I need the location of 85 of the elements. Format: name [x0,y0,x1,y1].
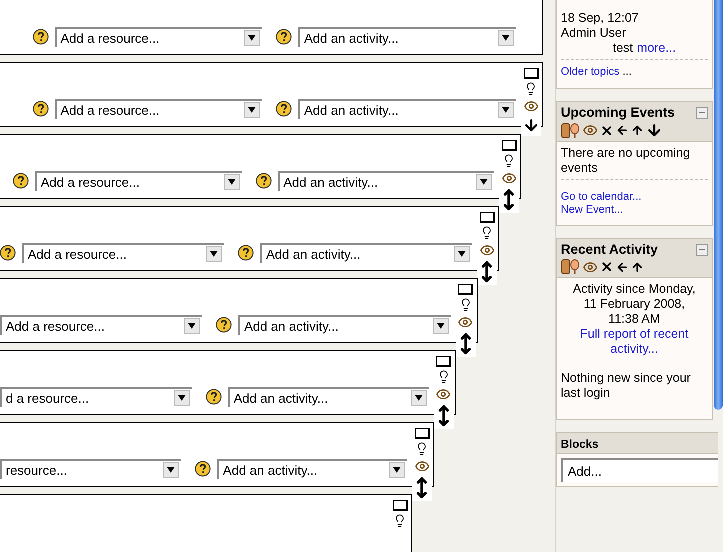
calendar-link[interactable]: Go to calendar... [561,191,708,204]
help-icon[interactable] [13,173,29,189]
activity-since-text: 11 February 2008, [582,297,686,312]
scrollbar[interactable] [714,0,723,410]
add-block-select[interactable]: Add... [561,458,718,482]
lightbulb-icon[interactable] [415,442,429,456]
caret-icon [502,107,510,113]
activity-select[interactable]: Add an activity... [238,315,451,335]
caret-icon [188,323,196,329]
checkbox-icon[interactable] [524,68,538,79]
help-icon[interactable] [32,101,49,117]
checkbox-icon[interactable] [458,284,474,295]
left-arrow-icon[interactable] [616,124,629,137]
checkbox-icon[interactable] [414,428,430,439]
caret-icon [458,251,466,257]
resource-select[interactable]: Add a resource... [54,99,262,119]
people-icon[interactable] [561,122,581,138]
activity-select[interactable]: Add an activity... [278,171,494,191]
up-arrow-icon[interactable] [631,260,644,274]
checkbox-icon[interactable] [480,212,495,223]
help-icon[interactable] [206,389,222,405]
collapse-icon[interactable] [696,106,708,118]
full-report-link[interactable]: Full report of recent activity... [561,327,708,357]
close-icon[interactable] [600,260,614,274]
help-icon[interactable] [216,317,232,333]
checkbox-icon[interactable] [502,140,517,151]
calendar-link[interactable]: New Event... [561,204,708,217]
ellipsis-text: ... [622,65,632,80]
news-line: 18 Sep, 12:07 [561,11,640,26]
caret-icon [228,179,236,185]
resource-select[interactable]: resource... [0,459,182,479]
activity-since-text: Activity since Monday, [572,282,697,297]
eye-icon[interactable] [458,315,474,330]
resource-select[interactable]: Add a resource... [35,171,242,191]
caret-icon [248,35,256,41]
block-title: Upcoming Events [561,105,676,120]
news-line: Admin User [561,26,628,41]
checkbox-icon[interactable] [436,356,452,367]
resource-select[interactable]: d a resource... [0,387,192,407]
close-icon[interactable] [600,124,614,138]
older-topics-link[interactable]: Older topics [561,66,620,79]
eye-icon[interactable] [414,459,430,474]
activity-note: Nothing new since your last login [561,371,692,401]
caret-icon [167,467,176,473]
help-icon[interactable] [276,29,292,45]
people-icon[interactable] [561,259,581,275]
checkbox-icon[interactable] [392,500,408,511]
resource-select[interactable]: Add a resource... [22,243,224,263]
eye-icon[interactable] [524,99,538,114]
eye-icon[interactable] [583,123,598,138]
caret-icon [502,35,510,41]
help-icon[interactable] [32,29,49,45]
help-icon[interactable] [256,173,272,189]
eye-icon[interactable] [436,387,452,402]
activity-since-text: 11:38 AM [608,312,662,327]
up-arrow-icon[interactable] [631,124,644,137]
caret-icon [480,179,488,185]
caret-icon [436,323,445,329]
help-icon[interactable] [238,245,254,261]
events-message: There are no upcoming events [561,146,692,176]
resource-select[interactable]: Add a resource... [54,27,262,47]
caret-icon [414,395,423,401]
caret-icon [248,107,256,113]
caret-icon [210,251,218,257]
collapse-icon[interactable] [696,244,708,256]
activity-select[interactable]: Add an activity... [298,99,516,119]
activity-select[interactable]: Add an activity... [228,387,429,407]
lightbulb-icon[interactable] [524,82,538,96]
activity-select[interactable]: Add an activity... [217,459,407,479]
help-icon[interactable] [276,101,292,117]
post-title: test [613,41,634,56]
more-link[interactable]: more... [637,41,676,56]
activity-select[interactable]: Add an activity... [260,243,472,263]
block-title: Recent Activity [561,242,658,257]
left-arrow-icon[interactable] [616,260,629,274]
eye-icon[interactable] [502,171,517,186]
caret-icon [393,467,401,473]
resource-select[interactable]: Add a resource... [0,315,202,335]
help-icon[interactable] [195,461,212,477]
eye-icon[interactable] [583,260,598,274]
activity-select[interactable]: Add an activity... [298,27,516,47]
block-title: Blocks [561,439,599,451]
eye-icon[interactable] [480,243,495,258]
caret-icon [178,395,186,401]
help-icon[interactable] [0,245,16,261]
